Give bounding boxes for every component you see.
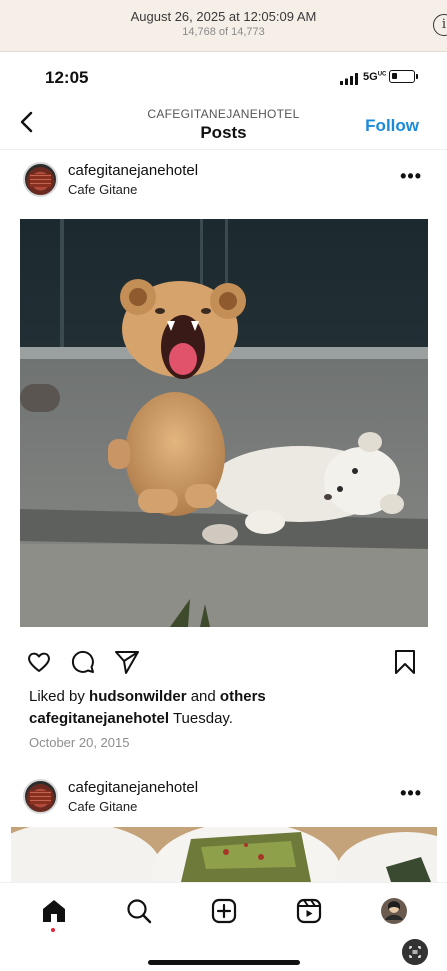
post-location[interactable]: Cafe Gitane (68, 182, 137, 197)
screenshot-date: August 26, 2025 at 12:05:09 AM (130, 9, 317, 24)
screenshot-count: 14,768 of 14,773 (182, 26, 265, 38)
heart-icon[interactable] (26, 649, 52, 675)
more-options-button[interactable]: ••• (400, 166, 422, 187)
network-label: 5GUC (363, 71, 387, 83)
caption-text: Tuesday. (169, 710, 233, 727)
tab-bar (0, 882, 447, 971)
battery-tip (416, 74, 418, 79)
post-username[interactable]: cafegitanejanehotel (68, 162, 198, 179)
post-location[interactable]: Cafe Gitane (68, 799, 137, 814)
likes-others-link[interactable]: others (220, 688, 266, 705)
screenshot-viewer-bar: August 26, 2025 at 12:05:09 AM 14,768 of… (0, 0, 447, 52)
avatar[interactable] (23, 779, 58, 814)
battery-icon (389, 70, 415, 83)
scan-icon[interactable] (402, 939, 428, 965)
more-options-button[interactable]: ••• (400, 783, 422, 804)
post-actions (0, 649, 447, 679)
bookmark-icon[interactable] (392, 649, 418, 675)
profile-avatar[interactable] (380, 897, 408, 925)
nav-header: CAFEGITANEJANEHOTEL Posts Follow (0, 98, 447, 150)
follow-button[interactable]: Follow (365, 116, 419, 136)
caption-username[interactable]: cafegitanejanehotel (29, 710, 169, 727)
status-bar: 12:05 5GUC (0, 52, 447, 98)
home-indicator (148, 960, 300, 965)
reels-icon[interactable] (295, 897, 323, 925)
post-photo[interactable] (20, 219, 428, 627)
post-header-2: cafegitanejanehotel Cafe Gitane ••• (0, 769, 447, 827)
post-date: October 20, 2015 (29, 735, 130, 750)
home-icon[interactable] (40, 897, 68, 925)
phone-screen: 12:05 5GUC CAFEGITANEJANEHOTEL Posts Fol… (0, 52, 447, 971)
avatar[interactable] (23, 162, 58, 197)
post-username[interactable]: cafegitanejanehotel (68, 779, 198, 796)
plus-square-icon[interactable] (210, 897, 238, 925)
post-header: cafegitanejanehotel Cafe Gitane ••• (0, 152, 447, 210)
status-time: 12:05 (45, 68, 89, 87)
post-photo-2[interactable] (11, 827, 437, 882)
comment-icon[interactable] (70, 649, 96, 675)
caption: cafegitanejanehotel Tuesday. (29, 710, 233, 727)
notification-dot (51, 928, 55, 932)
signal-icon (340, 73, 358, 85)
search-icon[interactable] (125, 897, 153, 925)
likes-text: Liked by hudsonwilder and others (29, 688, 266, 705)
send-icon[interactable] (114, 649, 140, 675)
likes-user-link[interactable]: hudsonwilder (89, 688, 187, 705)
